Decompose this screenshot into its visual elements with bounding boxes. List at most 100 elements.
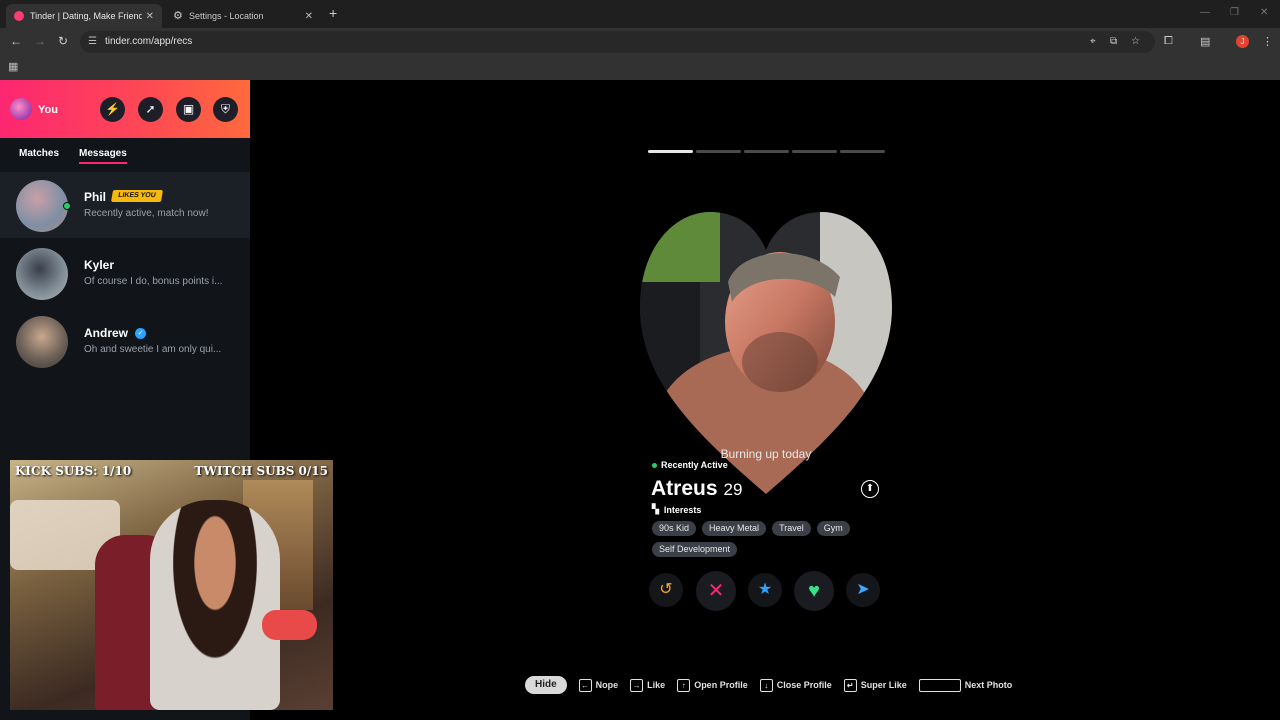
- install-app-icon[interactable]: ⧉: [1110, 36, 1117, 47]
- compass-icon[interactable]: ➚: [138, 97, 163, 122]
- open-profile-button[interactable]: ⬆: [861, 480, 879, 498]
- conversation-preview: Oh and sweetie I am only qui...: [84, 344, 222, 355]
- conversation-name: Phil: [84, 190, 107, 204]
- like-icon[interactable]: ♥: [794, 571, 834, 611]
- photo-progress-segment[interactable]: [648, 150, 693, 153]
- hide-hints-button[interactable]: Hide: [525, 676, 567, 694]
- tab-matches[interactable]: Matches: [19, 148, 59, 159]
- key-cap-icon: [918, 678, 961, 692]
- my-avatar[interactable]: [10, 98, 32, 120]
- hint-label: Super Like: [860, 680, 907, 690]
- avatar: [16, 248, 68, 300]
- interests-icon: ▚: [652, 504, 659, 514]
- tinder-favicon-icon: [14, 11, 24, 21]
- profile-name: Atreus: [651, 477, 718, 500]
- interest-chips: 90s Kid Heavy Metal Travel Gym Self Developm…: [652, 521, 882, 557]
- new-tab-button[interactable]: +: [329, 5, 337, 21]
- photo-progress: [648, 150, 885, 153]
- photo-progress-segment[interactable]: [840, 150, 885, 153]
- briefcase-icon[interactable]: ▣: [176, 97, 201, 122]
- interest-chip: Gym: [816, 521, 850, 536]
- tab-settings-location[interactable]: ⚙ Settings - Location ✕: [165, 4, 321, 28]
- keyboard-hints: Hide ← Nope → Like ↑ Open Profile ↓ Close Profi…: [525, 675, 1024, 695]
- kick-subs-counter: KICK SUBS: 1/10: [15, 464, 132, 478]
- shield-icon[interactable]: ⛨: [213, 97, 238, 122]
- key-cap-icon: ←: [578, 678, 592, 692]
- photo-progress-segment[interactable]: [696, 150, 741, 153]
- gear-icon: ⚙: [173, 10, 183, 22]
- bolt-icon[interactable]: ⚡: [100, 97, 125, 122]
- status-text: Recently Active: [661, 460, 728, 470]
- likes-you-badge: LIKES YOU: [110, 190, 163, 202]
- interests-label: Interests: [663, 504, 702, 515]
- forward-icon[interactable]: →: [34, 34, 46, 48]
- conversation-item[interactable]: Kyler Of course I do, bonus points i...: [0, 240, 250, 306]
- microphone: [262, 610, 317, 640]
- interest-chip: Heavy Metal: [702, 521, 767, 536]
- key-cap-icon: →: [630, 678, 644, 692]
- extensions-icon[interactable]: ⧠: [1164, 35, 1173, 48]
- back-icon[interactable]: ←: [10, 34, 22, 48]
- sidebar-header: You ⚡ ➚ ▣ ⛨: [0, 80, 250, 138]
- hint-label: Nope: [595, 680, 619, 690]
- url-text: tinder.com/app/recs: [105, 36, 193, 47]
- hint-label: Open Profile: [694, 680, 748, 690]
- tab-title: Settings - Location: [189, 11, 264, 21]
- swipe-actions: ↺ ✕ ★ ♥ ➤: [640, 571, 892, 611]
- reading-list-icon[interactable]: ▤: [1200, 35, 1210, 48]
- tab-title: Tinder | Dating, Make Friends &: [30, 11, 142, 21]
- boost-icon[interactable]: ➤: [846, 573, 880, 607]
- keyboard-hint: ↑ Open Profile: [677, 678, 748, 692]
- bookmarks-bar: ▦: [0, 56, 1280, 80]
- conversation-item[interactable]: Andrew ✓ Oh and sweetie I am only qui...: [0, 308, 250, 374]
- minimize-icon[interactable]: —: [1200, 7, 1210, 18]
- nope-icon[interactable]: ✕: [696, 571, 736, 611]
- keyboard-hint: ← Nope: [578, 678, 619, 692]
- tab-messages[interactable]: Messages: [79, 148, 127, 164]
- conversation-preview: Of course I do, bonus points i...: [84, 276, 223, 287]
- twitch-subs-counter: TWITCH SUBS 0/15: [194, 464, 328, 478]
- apps-grid-icon[interactable]: ▦: [8, 60, 18, 73]
- my-profile-label[interactable]: You: [38, 104, 58, 116]
- status-recently-active: Recently Active: [652, 460, 728, 470]
- hint-label: Close Profile: [776, 680, 832, 690]
- reload-icon[interactable]: ↻: [58, 34, 68, 48]
- interest-chip: 90s Kid: [652, 521, 697, 536]
- hint-label: Next Photo: [964, 680, 1013, 690]
- super-like-icon[interactable]: ★: [748, 573, 782, 607]
- browser-tabstrip: Tinder | Dating, Make Friends & ✕ ⚙ Sett…: [0, 0, 1280, 28]
- location-icon[interactable]: ⌖: [1090, 36, 1096, 47]
- menu-icon[interactable]: ⋮: [1262, 35, 1273, 48]
- interest-chip: Travel: [772, 521, 811, 536]
- interest-chip: Self Development: [652, 542, 738, 557]
- webcam-overlay: KICK SUBS: 1/10 TWITCH SUBS 0/15: [10, 460, 333, 710]
- browser-toolbar: ← → ↻ ☰ tinder.com/app/recs ⌖ ⧉ ☆ ⧠ ▤ J …: [0, 28, 1280, 56]
- photo-progress-segment[interactable]: [792, 150, 837, 153]
- profile-age: 29: [723, 480, 743, 499]
- profile-name-row: Atreus 29: [651, 477, 742, 501]
- conversation-item[interactable]: Phil LIKES YOU Recently active, match no…: [0, 172, 250, 238]
- close-tab-icon[interactable]: ✕: [146, 11, 154, 22]
- conversation-name: Andrew: [84, 326, 129, 340]
- address-bar[interactable]: ☰ tinder.com/app/recs ⌖ ⧉ ☆: [80, 31, 1155, 53]
- close-window-icon[interactable]: ✕: [1260, 7, 1268, 18]
- avatar: [16, 316, 68, 368]
- profile-avatar[interactable]: J: [1236, 35, 1249, 48]
- bookmark-star-icon[interactable]: ☆: [1131, 36, 1140, 47]
- key-cap-icon: ↓: [759, 678, 773, 692]
- close-tab-icon[interactable]: ✕: [305, 11, 313, 22]
- verified-icon: ✓: [135, 328, 146, 339]
- online-indicator: [63, 202, 71, 210]
- online-dot-icon: [652, 462, 657, 468]
- restore-icon[interactable]: ❐: [1230, 7, 1239, 18]
- photo-progress-segment[interactable]: [744, 150, 789, 153]
- hint-label: Like: [647, 680, 666, 690]
- sidebar-tabs: Matches Messages: [0, 138, 250, 168]
- conversation-name: Kyler: [84, 258, 115, 272]
- site-info-icon[interactable]: ☰: [88, 36, 97, 47]
- tab-tinder[interactable]: Tinder | Dating, Make Friends & ✕: [6, 4, 162, 28]
- interests-header: ▚ Interests: [652, 504, 701, 515]
- profile-card[interactable]: Burning up today Recently Active Atreus …: [640, 142, 892, 612]
- rewind-icon[interactable]: ↺: [649, 573, 683, 607]
- keyboard-hint: → Like: [630, 678, 666, 692]
